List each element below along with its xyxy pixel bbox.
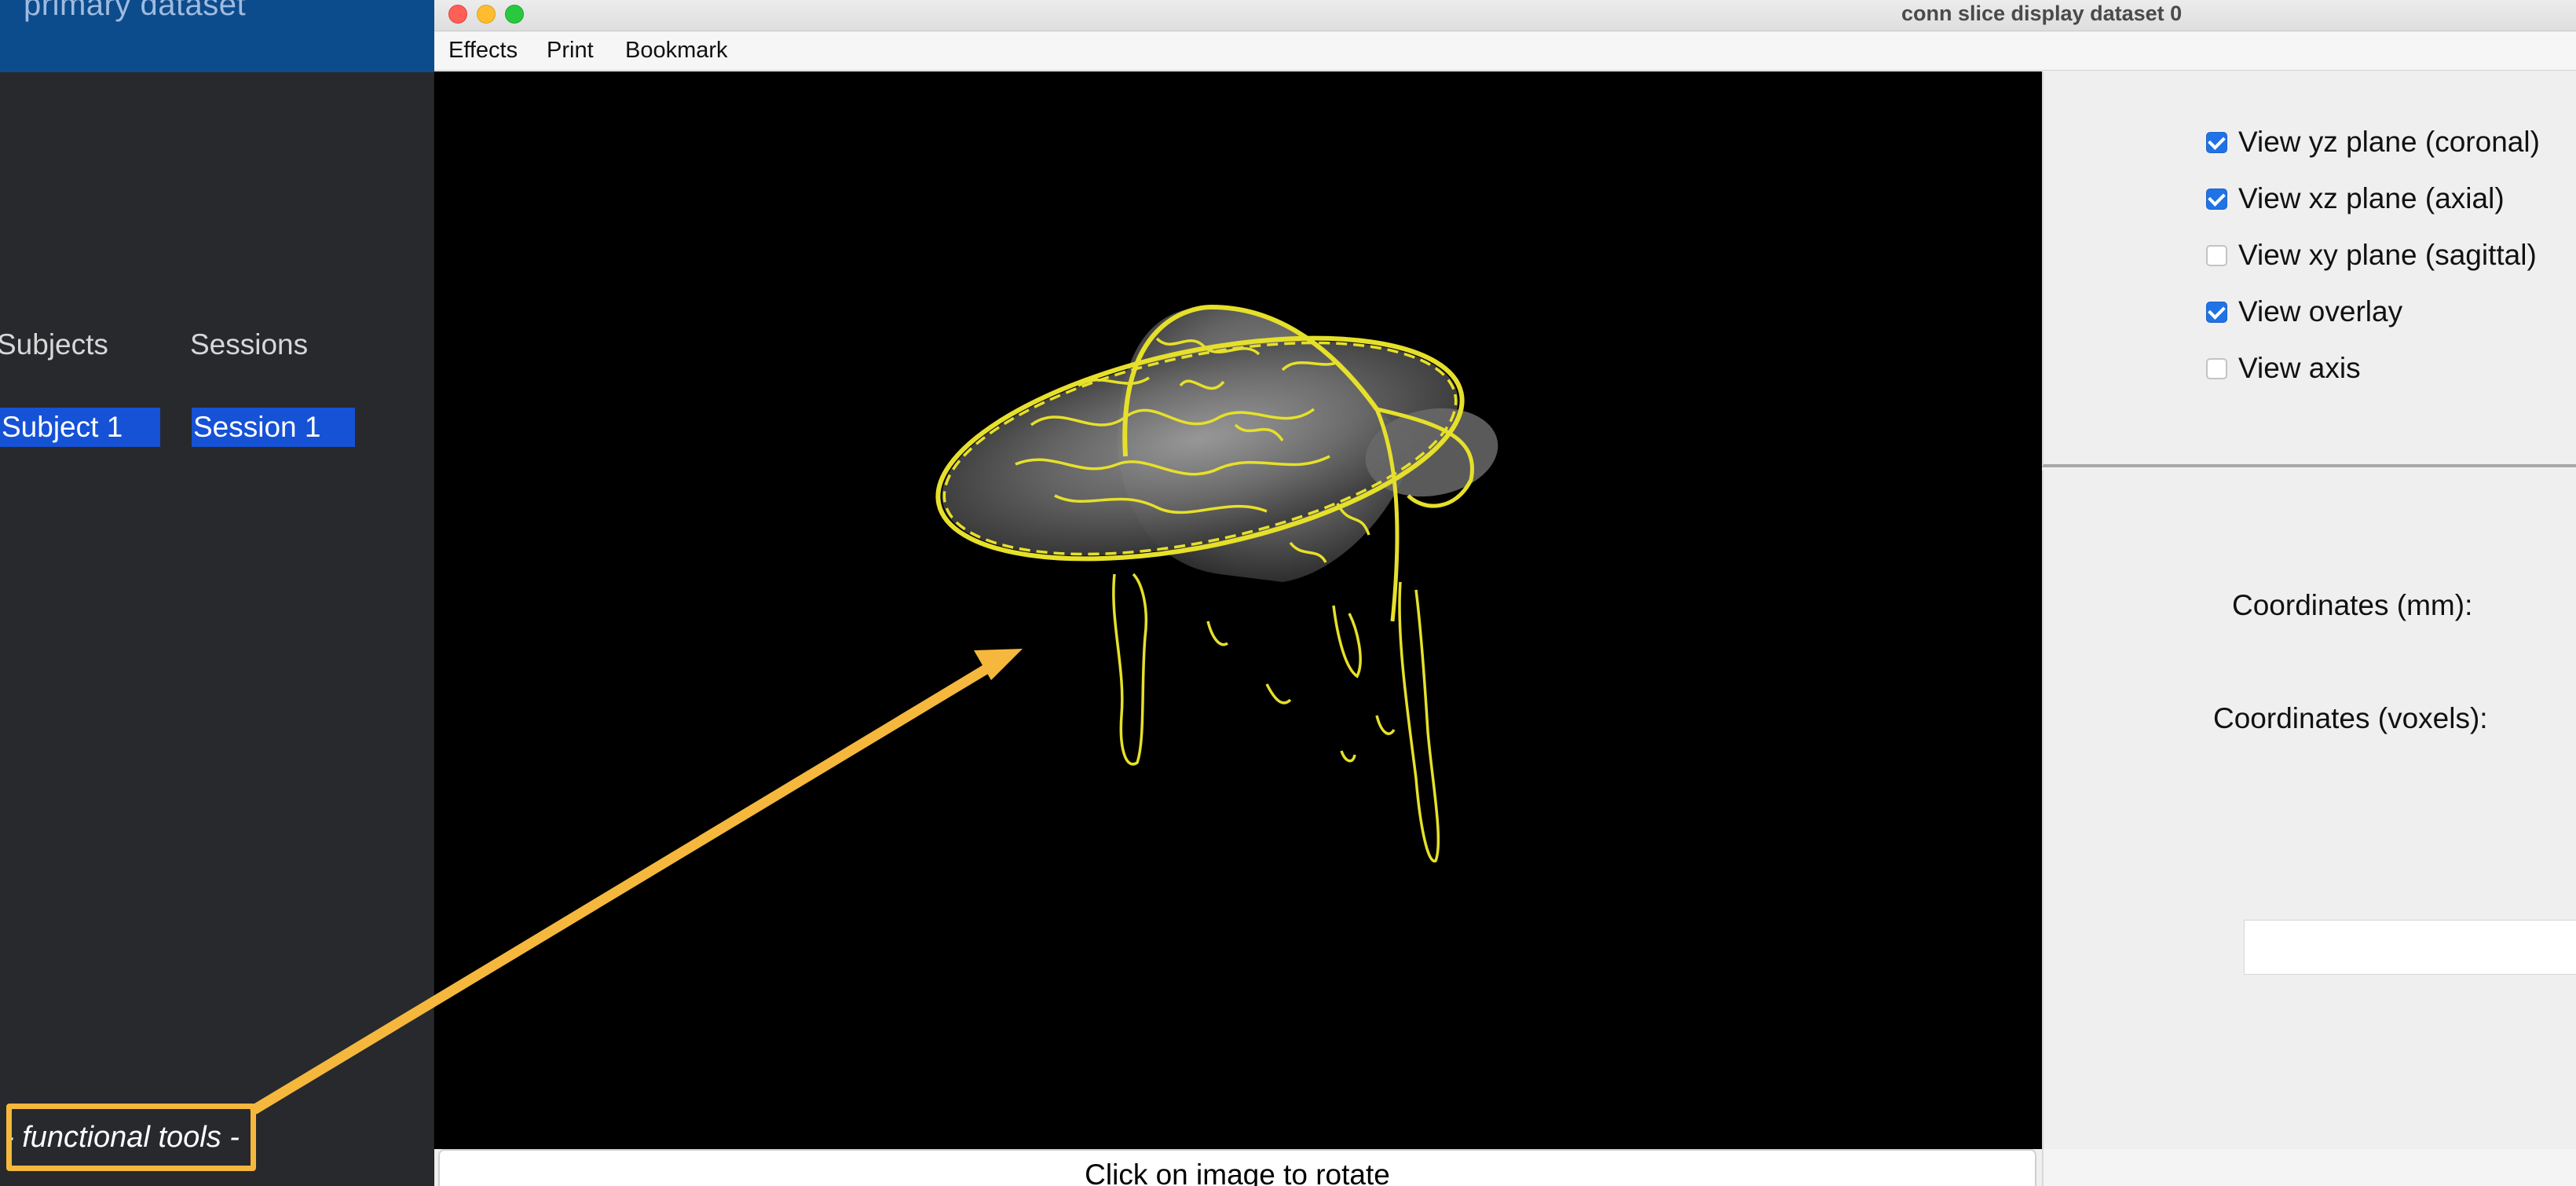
functional-tools-label: - functional tools - — [6, 1121, 240, 1154]
slice-display-window: conn slice display dataset 0 Effects Pri… — [434, 0, 2576, 1186]
functional-tools-menu[interactable]: - functional tools - — [6, 1104, 256, 1171]
subjects-label: Subjects — [0, 328, 108, 361]
view-option-0[interactable]: View yz plane (coronal) — [2206, 126, 2540, 159]
coordinates-footer — [2042, 1149, 2576, 1186]
coordinates-input[interactable] — [2244, 920, 2576, 975]
conn-header: primary dataset — [0, 0, 440, 72]
checkbox-icon[interactable] — [2206, 301, 2227, 323]
view-option-4[interactable]: View axis — [2206, 352, 2361, 385]
conn-header-title: primary dataset — [24, 0, 247, 22]
view-option-label: View yz plane (coronal) — [2238, 126, 2540, 158]
view-option-label: View axis — [2238, 352, 2361, 384]
view-option-3[interactable]: View overlay — [2206, 295, 2402, 328]
checkbox-icon[interactable] — [2206, 244, 2227, 266]
coordinates-voxels-label: Coordinates (voxels): — [2213, 702, 2488, 734]
checkbox-icon[interactable] — [2206, 131, 2227, 153]
view-option-label: View overlay — [2238, 295, 2403, 328]
close-icon[interactable] — [448, 5, 467, 24]
menu-print[interactable]: Print — [547, 38, 594, 64]
menu-bookmark[interactable]: Bookmark — [625, 38, 728, 64]
checkbox-icon[interactable] — [2206, 357, 2227, 379]
maximize-icon[interactable] — [505, 5, 524, 24]
session-list-item[interactable]: Session 1 — [192, 408, 355, 447]
menu-effects[interactable]: Effects — [448, 38, 518, 64]
coordinates-mm-label: Coordinates (mm): — [2232, 589, 2473, 621]
brain-render-image[interactable] — [434, 71, 2042, 1149]
view-options-panel: View yz plane (coronal) View xz plane (ax… — [2042, 71, 2576, 467]
view-option-label: View xy plane (sagittal) — [2238, 239, 2537, 271]
minimize-icon[interactable] — [477, 5, 496, 24]
view-option-1[interactable]: View xz plane (axial) — [2206, 182, 2505, 215]
rotate-hint-bar: Click on image to rotate — [438, 1149, 2036, 1186]
checkbox-icon[interactable] — [2206, 188, 2227, 210]
window-title: conn slice display dataset 0 — [1901, 2, 2183, 25]
subject-list-item[interactable]: Subject 1 — [0, 408, 160, 447]
brain-render-view[interactable] — [434, 71, 2042, 1149]
conn-left-panel: Subjects Sessions Subject 1 Session 1 — [0, 72, 434, 1186]
coordinates-panel: Coordinates (mm): Coordinates (voxels): — [2042, 470, 2576, 1149]
view-option-2[interactable]: View xy plane (sagittal) — [2206, 239, 2537, 272]
window-titlebar[interactable]: conn slice display dataset 0 — [434, 0, 2576, 31]
sessions-label: Sessions — [190, 328, 309, 361]
rotate-hint-text: Click on image to rotate — [1085, 1159, 1390, 1186]
view-option-label: View xz plane (axial) — [2238, 182, 2505, 214]
screen: primary dataset Subjects Sessions Subjec… — [0, 0, 2576, 1186]
menubar: Effects Print Bookmark — [434, 31, 2576, 71]
